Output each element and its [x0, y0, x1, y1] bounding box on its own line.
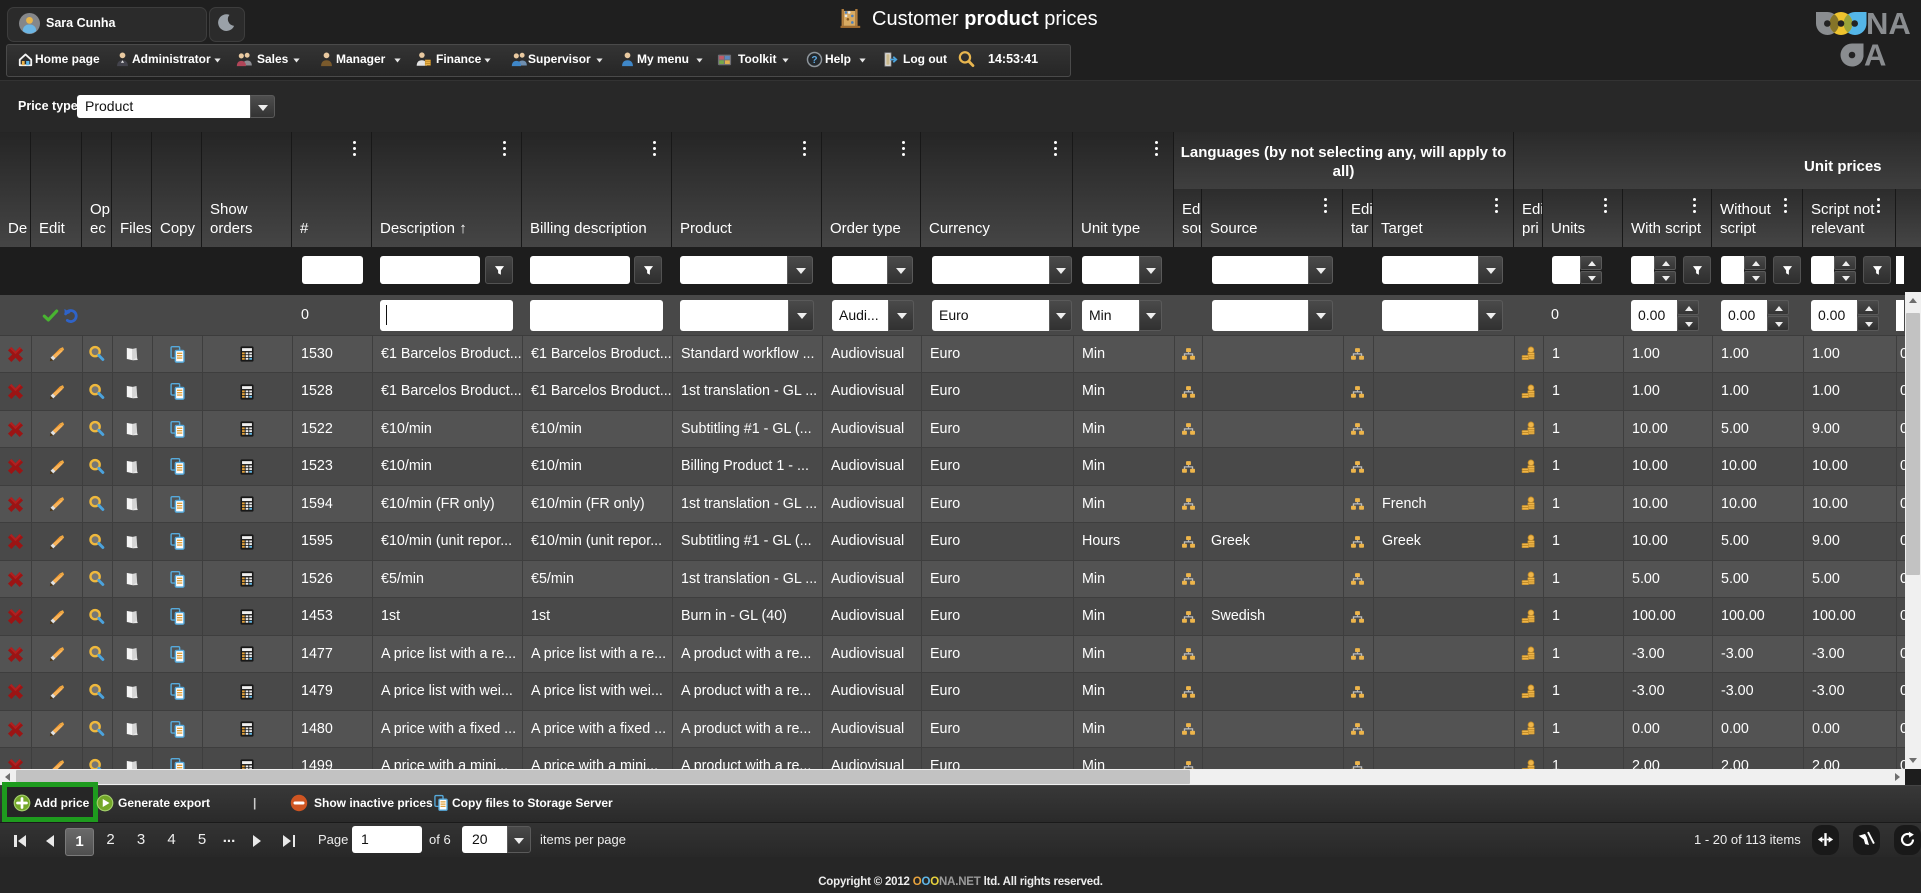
svg-text:A: A — [1864, 38, 1886, 69]
svg-text:NA: NA — [1866, 11, 1911, 41]
